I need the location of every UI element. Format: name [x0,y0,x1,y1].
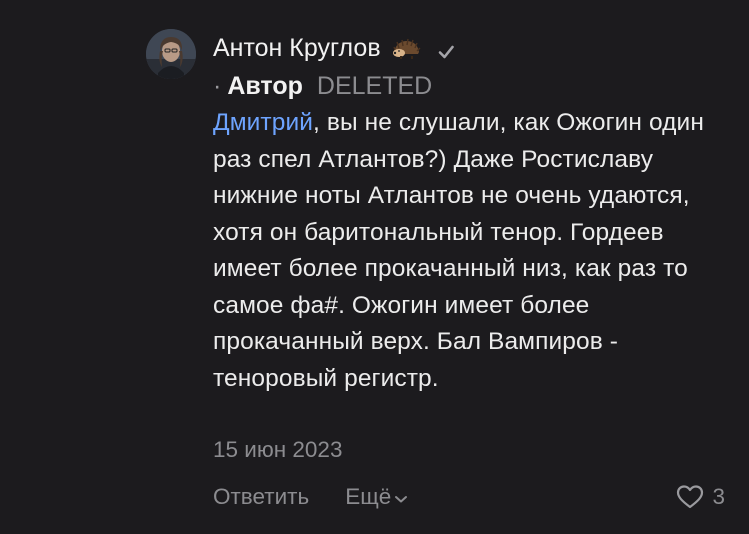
more-button[interactable]: Ещё [345,484,408,510]
author-row: Антон Круглов [213,30,719,66]
comment-actions: Ответить Ещё 3 [213,479,725,515]
reply-button[interactable]: Ответить [213,484,309,510]
author-meta-row: · Автор DELETED [213,66,719,106]
avatar[interactable] [146,29,196,79]
comment-text: , вы не слушали, как Ожогин один раз спе… [213,109,704,392]
author-role-badge: Автор [227,71,303,100]
comment-date: 15 июн 2023 [213,437,343,462]
mention-link[interactable]: Дмитрий [213,109,313,136]
status-label: DELETED [316,71,433,100]
hedgehog-icon [391,37,421,59]
like-count: 3 [712,484,725,509]
author-name[interactable]: Антон Круглов [213,34,381,63]
comment-header: Антон Круглов · Автор DELETED [213,30,719,106]
checkmark-icon [437,39,455,59]
avatar-image [146,29,196,79]
separator-dot: · [213,71,222,100]
like-button[interactable]: 3 [676,484,725,510]
chevron-down-icon [395,496,408,503]
heart-icon [677,485,704,509]
more-label: Ещё [345,484,392,509]
comment-body: Дмитрий, вы не слушали, как Ожогин один … [213,105,713,397]
